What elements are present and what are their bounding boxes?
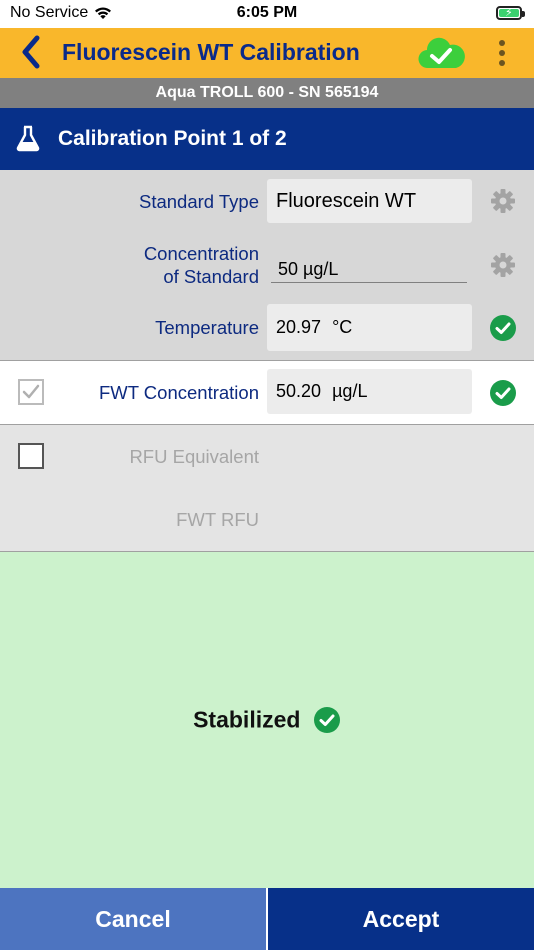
concentration-input[interactable]: 50 µg/L [271, 255, 467, 283]
page-title: Fluorescein WT Calibration [62, 39, 360, 65]
temperature-unit: °C [332, 317, 353, 337]
gear-icon[interactable] [489, 251, 517, 279]
standard-type-field[interactable]: Fluorescein WT [267, 179, 472, 223]
concentration-label-line2: of Standard [163, 266, 259, 287]
fwt-concentration-field: 50.20 µg/L [267, 369, 472, 414]
temperature-field: 20.97 °C [267, 304, 472, 351]
rfu-checkbox[interactable] [18, 443, 44, 469]
fwt-unit: µg/L [332, 381, 368, 401]
nav-bar: Fluorescein WT Calibration [0, 28, 534, 78]
status-time: 6:05 PM [236, 4, 298, 21]
section-header: Calibration Point 1 of 2 [0, 108, 534, 170]
rfu-block [0, 425, 534, 552]
fwt-rfu-label: FWT RFU [176, 509, 259, 530]
fwt-value: 50.20 [276, 381, 322, 401]
fwt-concentration-label: FWT Concentration [98, 382, 259, 403]
status-bar: No Service 6:05 PM ⚡ [0, 0, 534, 28]
stability-panel: Stabilized [0, 552, 534, 888]
check-circle-icon [313, 707, 340, 733]
flask-icon [16, 125, 40, 152]
gear-icon[interactable] [489, 187, 517, 215]
stability-status: Stabilized [0, 706, 534, 734]
chevron-left-icon[interactable] [18, 34, 46, 70]
rfu-equivalent-label: RFU Equivalent [129, 446, 259, 467]
battery-icon: ⚡ [496, 6, 525, 20]
checkmark-icon [22, 384, 40, 399]
more-vertical-icon[interactable] [492, 37, 512, 71]
fwt-checkbox[interactable] [18, 379, 44, 405]
check-circle-icon [490, 315, 516, 341]
device-info-bar: Aqua TROLL 600 - SN 565194 [0, 78, 534, 108]
concentration-label: Concentration of Standard [144, 242, 259, 288]
concentration-label-line1: Concentration [143, 243, 259, 264]
temperature-value: 20.97 [276, 317, 322, 337]
standard-type-label: Standard Type [139, 191, 259, 212]
stability-text: Stabilized [193, 706, 301, 733]
check-circle-icon [490, 380, 516, 406]
cloud-check-icon[interactable] [416, 34, 466, 72]
cancel-button[interactable]: Cancel [0, 888, 266, 950]
section-title: Calibration Point 1 of 2 [58, 127, 287, 150]
temperature-label: Temperature [155, 317, 259, 338]
accept-button[interactable]: Accept [268, 888, 534, 950]
